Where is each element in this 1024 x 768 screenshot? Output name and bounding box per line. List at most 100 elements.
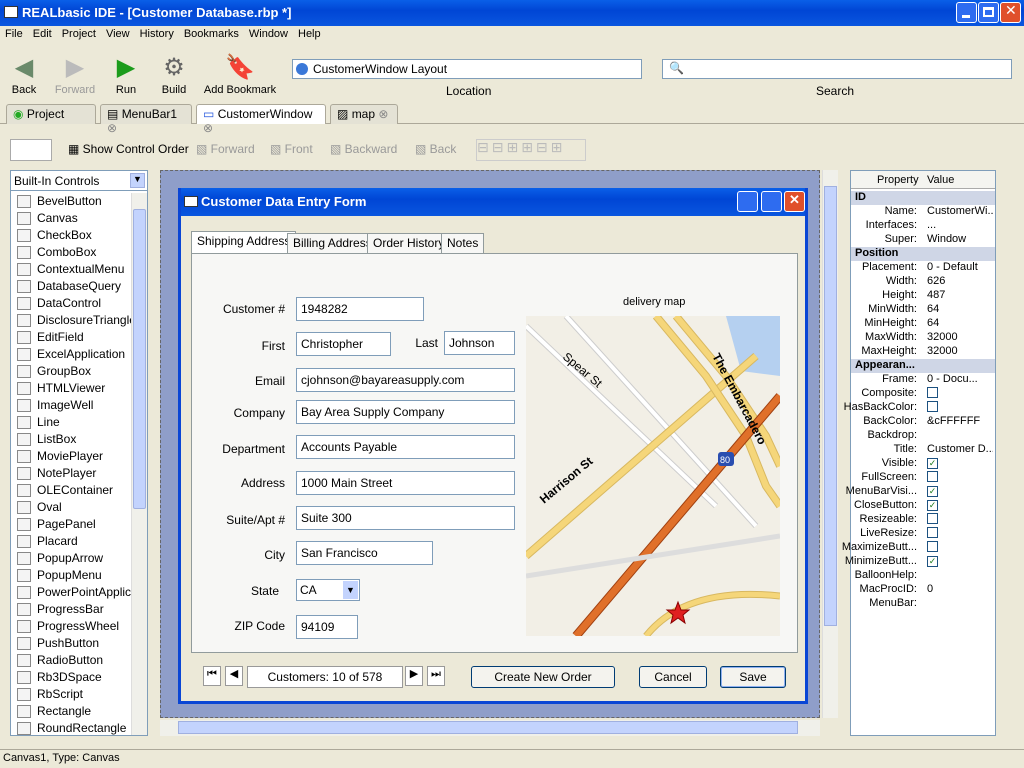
property-checkbox[interactable] [927, 387, 938, 398]
property-checkbox[interactable] [927, 401, 938, 412]
form-close-button[interactable]: ✕ [784, 191, 805, 212]
view-toggle[interactable] [10, 139, 52, 161]
control-item[interactable]: Placard [11, 533, 131, 550]
tab-notes[interactable]: Notes [441, 233, 485, 253]
close-button[interactable]: ✕ [1000, 2, 1021, 23]
align-tools[interactable]: ⊟⊟⊞⊞⊟⊞ [476, 139, 586, 161]
property-row[interactable]: LiveResize: [851, 527, 995, 541]
control-item[interactable]: ProgressBar [11, 601, 131, 618]
property-row[interactable]: FullScreen: [851, 471, 995, 485]
close-tab-icon[interactable]: ⊗ [378, 107, 388, 121]
control-item[interactable]: Rb3DSpace [11, 669, 131, 686]
property-value[interactable] [927, 513, 993, 527]
control-item[interactable]: Oval [11, 499, 131, 516]
location-field[interactable]: CustomerWindow Layout [292, 59, 642, 79]
canvas-vscroll[interactable] [822, 170, 838, 718]
control-item[interactable]: ExcelApplication [11, 346, 131, 363]
property-value[interactable]: ✓ [927, 555, 993, 567]
control-item[interactable]: DatabaseQuery [11, 278, 131, 295]
property-value[interactable]: 64 [927, 317, 993, 329]
menu-view[interactable]: View [101, 26, 135, 42]
last-name-field[interactable]: Johnson [444, 331, 515, 355]
property-value[interactable]: 32000 [927, 345, 993, 357]
control-item[interactable]: BevelButton [11, 193, 131, 210]
controls-selector[interactable]: Built-In Controls ▼ [11, 171, 147, 191]
email-field[interactable]: cjohnson@bayareasupply.com [296, 368, 515, 392]
property-value[interactable]: ... [927, 219, 993, 231]
control-item[interactable]: Line [11, 414, 131, 431]
property-row[interactable]: MinimizeButt... ✓ [845, 555, 995, 569]
last-record-button[interactable]: ⏭ [427, 666, 445, 686]
zip-field[interactable]: 94109 [296, 615, 358, 639]
tab-order-history[interactable]: Order History [367, 233, 451, 253]
search-input[interactable]: 🔍 [662, 59, 1012, 79]
control-item[interactable]: CheckBox [11, 227, 131, 244]
front-order-button[interactable]: ▧ Front [270, 142, 313, 156]
property-value[interactable]: 487 [927, 289, 993, 301]
property-row[interactable]: MenuBarVisi... ✓ [846, 485, 995, 499]
tab-billing-address[interactable]: Billing Address [287, 233, 378, 253]
create-new-order-button[interactable]: Create New Order [471, 666, 615, 688]
control-item[interactable]: HTMLViewer [11, 380, 131, 397]
menu-help[interactable]: Help [293, 26, 326, 42]
canvas-hscroll[interactable] [160, 720, 820, 736]
property-value[interactable]: ✓ [927, 485, 993, 497]
control-item[interactable]: PagePanel [11, 516, 131, 533]
control-item[interactable]: GroupBox [11, 363, 131, 380]
property-row[interactable]: BackColor: &cFFFFFF [851, 415, 995, 429]
control-item[interactable]: MoviePlayer [11, 448, 131, 465]
suite-field[interactable]: Suite 300 [296, 506, 515, 530]
property-checkbox[interactable]: ✓ [927, 500, 938, 511]
customer-no-field[interactable]: 1948282 [296, 297, 424, 321]
property-value[interactable]: Customer D... [927, 443, 993, 455]
property-row[interactable]: Frame: 0 - Docu... [851, 373, 995, 387]
property-value[interactable] [927, 401, 993, 415]
control-item[interactable]: ImageWell [11, 397, 131, 414]
scroll-thumb[interactable] [133, 209, 146, 509]
company-field[interactable]: Bay Area Supply Company [296, 400, 515, 424]
controls-scrollbar[interactable] [131, 193, 147, 735]
property-row[interactable]: Name: CustomerWi... [851, 205, 995, 219]
property-value[interactable]: ✓ [927, 457, 993, 469]
property-row[interactable]: CloseButton: ✓ [851, 499, 995, 513]
menu-file[interactable]: File [0, 26, 28, 42]
control-item[interactable]: ComboBox [11, 244, 131, 261]
back-order-button[interactable]: ▧ Back [415, 142, 456, 156]
property-row[interactable]: MinWidth: 64 [851, 303, 995, 317]
property-row[interactable]: MinHeight: 64 [851, 317, 995, 331]
control-item[interactable]: PopupArrow [11, 550, 131, 567]
show-control-order-button[interactable]: ▦ Show Control Order [68, 142, 189, 156]
property-checkbox[interactable]: ✓ [927, 486, 938, 497]
customer-window[interactable]: Customer Data Entry Form ✕ Shipping Addr… [178, 188, 808, 704]
control-item[interactable]: PopupMenu [11, 567, 131, 584]
menu-window[interactable]: Window [244, 26, 293, 42]
tab-menubar1[interactable]: ▤ MenuBar1 ⊗ [100, 104, 192, 135]
property-checkbox[interactable] [927, 527, 938, 538]
menu-history[interactable]: History [135, 26, 179, 42]
property-row[interactable]: Height: 487 [851, 289, 995, 303]
address-field[interactable]: 1000 Main Street [296, 471, 515, 495]
property-group-header[interactable]: ID [851, 191, 995, 205]
menu-bookmarks[interactable]: Bookmarks [179, 26, 244, 42]
tab-map[interactable]: ▨ map ⊗ [330, 104, 398, 124]
backward-order-button[interactable]: ▧ Backward [330, 142, 397, 156]
control-item[interactable]: RoundRectangle [11, 720, 131, 737]
form-maximize-button[interactable] [761, 191, 782, 212]
control-item[interactable]: DataControl [11, 295, 131, 312]
state-select[interactable]: CA ▼ [296, 579, 360, 601]
maximize-button[interactable] [978, 2, 999, 23]
property-checkbox[interactable] [927, 513, 938, 524]
property-row[interactable]: BalloonHelp: [851, 569, 995, 583]
control-item[interactable]: Canvas [11, 210, 131, 227]
property-value[interactable]: 32000 [927, 331, 993, 343]
property-value[interactable] [927, 471, 993, 485]
control-item[interactable]: ListBox [11, 431, 131, 448]
property-row[interactable]: MaxHeight: 32000 [851, 345, 995, 359]
cancel-button[interactable]: Cancel [639, 666, 707, 688]
property-row[interactable]: HasBackColor: [844, 401, 995, 415]
property-value[interactable] [927, 541, 993, 555]
scroll-thumb[interactable] [178, 721, 798, 734]
property-value[interactable]: 0 - Docu... [927, 373, 993, 385]
property-value[interactable]: CustomerWi... [927, 205, 993, 217]
form-minimize-button[interactable] [737, 191, 758, 212]
